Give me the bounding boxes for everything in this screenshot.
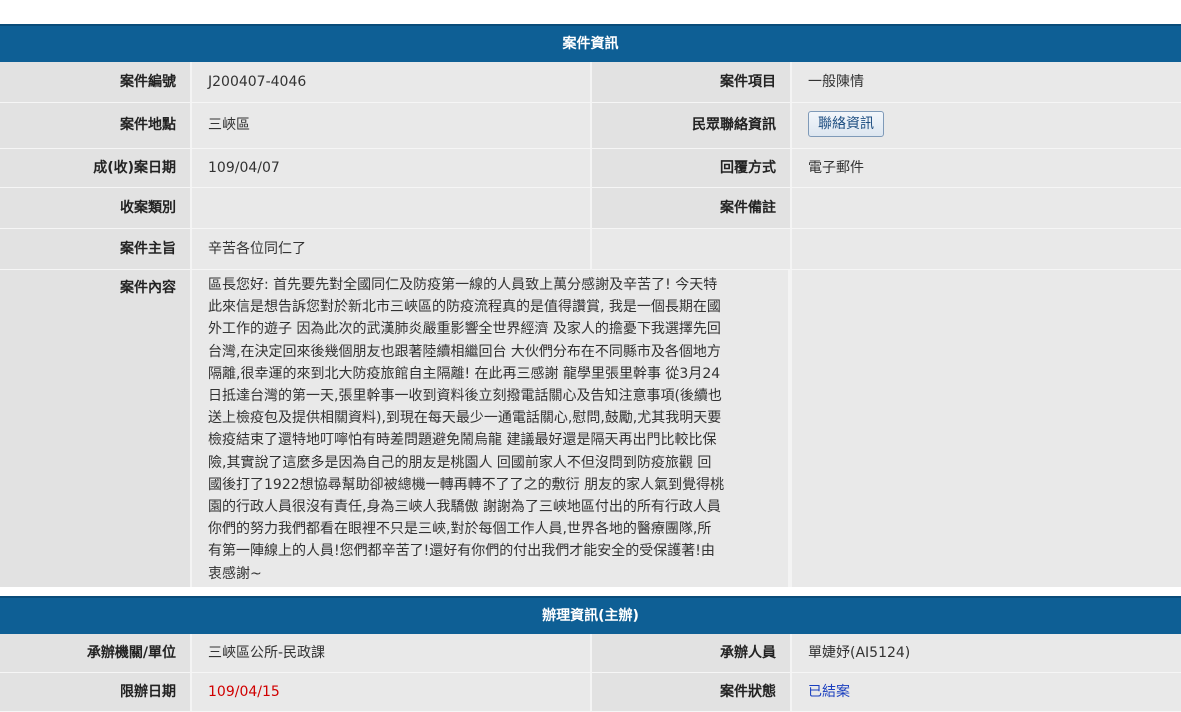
case-content-line: 衷感謝~ xyxy=(208,565,262,582)
case-content-text: 區長您好: 首先要先對全國同仁及防疫第一線的人員致上萬分感謝及辛苦了! 今天特此… xyxy=(208,270,796,585)
case-content-line: 國後打了1922想協尋幫助卻被總機一轉再轉不了了之的敷衍 朋友的家人氣到覺得桃 xyxy=(208,476,725,493)
location-value: 三峽區 xyxy=(190,103,592,149)
content-cell: 區長您好: 首先要先對全國同仁及防疫第一線的人員致上萬分感謝及辛苦了! 今天特此… xyxy=(190,270,790,595)
content-empty xyxy=(790,270,1181,595)
officer-value: 單婕妤(AI5124) xyxy=(790,634,1181,673)
date-value: 109/04/07 xyxy=(190,149,592,188)
row-date: 成(收)案日期 109/04/07 回覆方式 電子郵件 xyxy=(0,149,1181,188)
reply-label: 回覆方式 xyxy=(592,149,790,188)
location-label: 案件地點 xyxy=(0,103,190,149)
deadline-value: 109/04/15 xyxy=(190,673,592,712)
row-subject: 案件主旨 辛苦各位同仁了 xyxy=(0,229,1181,270)
contact-label: 民眾聯絡資訊 xyxy=(592,103,790,149)
remark-value xyxy=(790,188,1181,229)
contact-info-button[interactable]: 聯絡資訊 xyxy=(808,111,884,137)
case-content-line: 台灣,在決定回來後幾個朋友也跟著陸續相繼回台 大伙們分布在不同縣市及各個地方 xyxy=(208,343,721,360)
row-agency: 承辦機關/單位 三峽區公所-民政課 承辦人員 單婕妤(AI5124) xyxy=(0,634,1181,673)
contact-cell: 聯絡資訊 xyxy=(790,103,1181,149)
case-info-table: 案件編號 J200407-4046 案件項目 一般陳情 案件地點 三峽區 民眾聯… xyxy=(0,62,1181,595)
case-info-header: 案件資訊 xyxy=(0,24,1181,62)
case-item-value: 一般陳情 xyxy=(790,62,1181,103)
case-item-label: 案件項目 xyxy=(592,62,790,103)
remark-label: 案件備註 xyxy=(592,188,790,229)
case-content-line: 送上檢疫包及提供相關資料),到現在每天最少一通電話關心,慰問,鼓勵,尤其我明天要 xyxy=(208,410,722,427)
row-location: 案件地點 三峽區 民眾聯絡資訊 聯絡資訊 xyxy=(0,103,1181,149)
case-content-line: 檢疫結束了還特地叮嚀怕有時差問題避免鬧烏龍 建議最好還是隔天再出門比較比保 xyxy=(208,432,717,449)
row-content: 案件內容 區長您好: 首先要先對全國同仁及防疫第一線的人員致上萬分感謝及辛苦了!… xyxy=(0,270,1181,595)
case-content-line: 園的行政人員很沒有責任,身為三峽人我驕傲 謝謝為了三峽地區付出的所有行政人員 xyxy=(208,499,721,516)
subject-label: 案件主旨 xyxy=(0,229,190,270)
agency-label: 承辦機關/單位 xyxy=(0,634,190,673)
subject-empty-a xyxy=(592,229,790,270)
case-no-value: J200407-4046 xyxy=(190,62,592,103)
content-label: 案件內容 xyxy=(0,270,190,595)
handling-info-header: 辦理資訊(主辦) xyxy=(0,596,1181,634)
case-content-line: 險,其實說了這麼多是因為自己的朋友是桃園人 回國前家人不但沒問到防疫旅觀 回 xyxy=(208,454,712,471)
section-gap xyxy=(0,587,1181,596)
case-content-line: 此來信是想告訴您對於新北市三峽區的防疫流程真的是值得讚賞, 我是一個長期在國 xyxy=(208,299,721,316)
category-value xyxy=(190,188,592,229)
status-label: 案件狀態 xyxy=(592,673,790,712)
agency-value: 三峽區公所-民政課 xyxy=(190,634,592,673)
case-content-line: 外工作的遊子 因為此次的武漢肺炎嚴重影響全世界經濟 及家人的擔憂下我選擇先回 xyxy=(208,321,721,338)
reply-value: 電子郵件 xyxy=(790,149,1181,188)
handling-info-table: 承辦機關/單位 三峽區公所-民政課 承辦人員 單婕妤(AI5124) 限辦日期 … xyxy=(0,634,1181,712)
category-label: 收案類別 xyxy=(0,188,190,229)
date-label: 成(收)案日期 xyxy=(0,149,190,188)
case-content-line: 你們的努力我們都看在眼裡不只是三峽,對於每個工作人員,世界各地的醫療團隊,所 xyxy=(208,521,712,538)
subject-value: 辛苦各位同仁了 xyxy=(190,229,592,270)
case-detail-page: 案件資訊 案件編號 J200407-4046 案件項目 一般陳情 案件地點 三峽… xyxy=(0,0,1181,712)
subject-empty-b xyxy=(790,229,1181,270)
case-content-line: 隔離,很幸運的來到北大防疫旅館自主隔離! 在此再三感謝 龍學里張里幹事 從3月2… xyxy=(208,365,721,382)
case-content-line: 區長您好: 首先要先對全國同仁及防疫第一線的人員致上萬分感謝及辛苦了! 今天特 xyxy=(208,277,718,293)
row-category: 收案類別 案件備註 xyxy=(0,188,1181,229)
case-no-label: 案件編號 xyxy=(0,62,190,103)
officer-label: 承辦人員 xyxy=(592,634,790,673)
case-content-line: 有第一陣線上的人員!您們都辛苦了!還好有你們的付出我們才能安全的受保護著!由 xyxy=(208,543,715,560)
row-deadline: 限辦日期 109/04/15 案件狀態 已結案 xyxy=(0,673,1181,712)
row-case-no: 案件編號 J200407-4046 案件項目 一般陳情 xyxy=(0,62,1181,103)
deadline-label: 限辦日期 xyxy=(0,673,190,712)
status-value: 已結案 xyxy=(790,673,1181,712)
case-content-line: 日抵達台灣的第一天,張里幹事一收到資料後立刻撥電話關心及告知注意事項(後續也 xyxy=(208,388,722,405)
